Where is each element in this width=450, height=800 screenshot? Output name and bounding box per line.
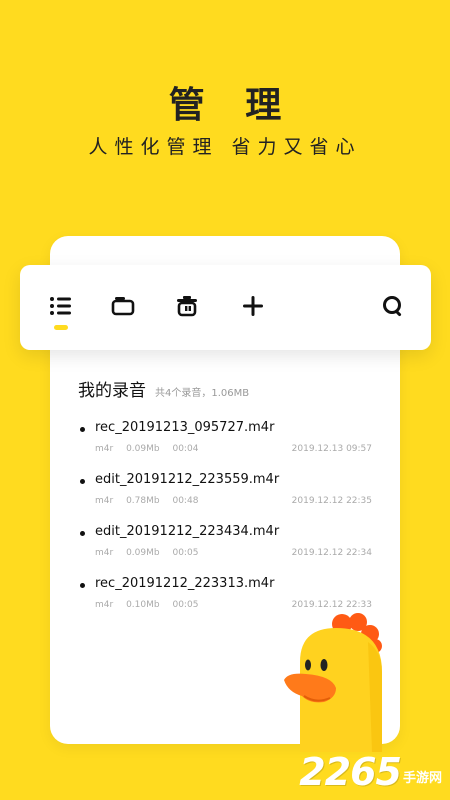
search-icon xyxy=(383,296,402,317)
plus-icon xyxy=(243,296,263,316)
list-view-button[interactable] xyxy=(46,291,76,321)
recording-date: 2019.12.12 22:34 xyxy=(291,548,372,558)
bullet-icon xyxy=(80,479,85,484)
recording-duration: 00:04 xyxy=(172,444,199,454)
recording-item[interactable]: edit_20191212_223434.m4r m4r 0.09Mb 00:0… xyxy=(78,524,378,568)
recording-meta: m4r 0.78Mb 00:48 xyxy=(95,496,208,506)
recording-meta: m4r 0.09Mb 00:04 xyxy=(95,444,208,454)
recording-size: 0.78Mb xyxy=(126,496,160,506)
hero-title: 管 理 xyxy=(168,85,296,126)
bullet-icon xyxy=(80,531,85,536)
recording-format: m4r xyxy=(95,600,114,610)
folder-icon xyxy=(111,297,135,316)
recording-duration: 00:05 xyxy=(172,548,199,558)
toolbar xyxy=(20,265,431,350)
hero-subtitle: 人性化管理 省力又省心 xyxy=(88,136,362,158)
recording-size: 0.09Mb xyxy=(126,444,160,454)
recording-size: 0.09Mb xyxy=(126,548,160,558)
trash-icon xyxy=(177,296,197,317)
recording-format: m4r xyxy=(95,496,114,506)
recording-item[interactable]: rec_20191213_095727.m4r m4r 0.09Mb 00:04… xyxy=(78,420,378,464)
watermark-text: 手游网 xyxy=(402,771,442,786)
watermark-number: 2265 xyxy=(299,750,402,794)
recording-format: m4r xyxy=(95,548,114,558)
recording-date: 2019.12.12 22:33 xyxy=(291,600,372,610)
folder-button[interactable] xyxy=(108,291,138,321)
recording-meta: m4r 0.10Mb 00:05 xyxy=(95,600,208,610)
recording-duration: 00:48 xyxy=(172,496,199,506)
list-icon xyxy=(50,297,71,315)
add-button[interactable] xyxy=(238,291,268,321)
active-tab-indicator xyxy=(54,325,68,330)
chick-mascot-icon xyxy=(284,613,382,752)
recording-date: 2019.12.13 09:57 xyxy=(291,444,372,454)
delete-button[interactable] xyxy=(172,291,202,321)
recording-size: 0.10Mb xyxy=(126,600,160,610)
recording-item[interactable]: edit_20191212_223559.m4r m4r 0.78Mb 00:4… xyxy=(78,472,378,516)
recording-duration: 00:05 xyxy=(172,600,199,610)
recording-name: edit_20191212_223559.m4r xyxy=(95,472,280,487)
recording-name: edit_20191212_223434.m4r xyxy=(95,524,280,539)
bullet-icon xyxy=(80,427,85,432)
bullet-icon xyxy=(80,583,85,588)
recording-format: m4r xyxy=(95,444,114,454)
recording-name: rec_20191213_095727.m4r xyxy=(95,420,275,435)
search-button[interactable] xyxy=(378,291,408,321)
list-header: 我的录音 共4个录音，1.06MB xyxy=(78,376,249,401)
list-summary: 共4个录音，1.06MB xyxy=(155,388,250,399)
recording-meta: m4r 0.09Mb 00:05 xyxy=(95,548,208,558)
list-title: 我的录音 xyxy=(78,381,146,401)
recording-date: 2019.12.12 22:35 xyxy=(291,496,372,506)
recording-name: rec_20191212_223313.m4r xyxy=(95,576,275,591)
watermark: 2265 手游网 xyxy=(299,750,442,794)
